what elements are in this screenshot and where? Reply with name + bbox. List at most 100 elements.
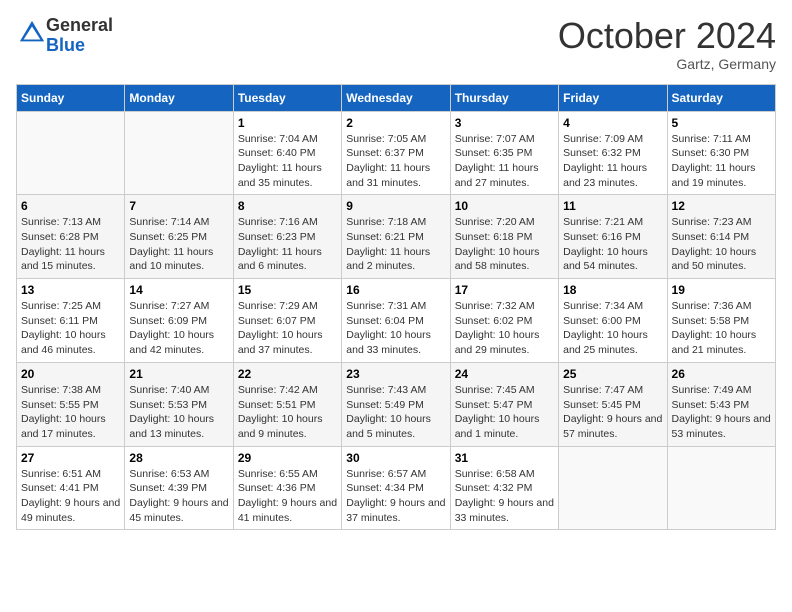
calendar-day-cell: 8 Sunrise: 7:16 AMSunset: 6:23 PMDaylight… <box>233 195 341 279</box>
weekday-header-friday: Friday <box>559 84 667 111</box>
day-number: 21 <box>129 367 228 381</box>
day-info: Sunrise: 7:18 AMSunset: 6:21 PMDaylight:… <box>346 215 445 274</box>
day-number: 2 <box>346 116 445 130</box>
day-info: Sunrise: 7:31 AMSunset: 6:04 PMDaylight:… <box>346 299 445 358</box>
calendar-day-cell: 10Sunrise: 7:20 AMSunset: 6:18 PMDayligh… <box>450 195 558 279</box>
day-number: 4 <box>563 116 662 130</box>
calendar-day-cell: 11Sunrise: 7:21 AMSunset: 6:16 PMDayligh… <box>559 195 667 279</box>
day-info: Sunrise: 7:21 AMSunset: 6:16 PMDaylight:… <box>563 215 662 274</box>
calendar-day-cell: 20 Sunrise: 7:38 AMSunset: 5:55 PMDayligh… <box>17 362 125 446</box>
day-info: Sunrise: 7:27 AMSunset: 6:09 PMDaylight:… <box>129 299 228 358</box>
day-info: Sunrise: 7:11 AMSunset: 6:30 PMDaylight:… <box>672 132 771 191</box>
day-info: Sunrise: 7:25 AMSunset: 6:11 PMDaylight:… <box>21 299 120 358</box>
calendar-day-cell: 7Sunrise: 7:14 AMSunset: 6:25 PMDaylight… <box>125 195 233 279</box>
logo-icon <box>18 19 46 47</box>
calendar-day-cell: 18 Sunrise: 7:34 AMSunset: 6:00 PMDayligh… <box>559 279 667 363</box>
calendar-day-cell: 5 Sunrise: 7:11 AMSunset: 6:30 PMDaylight… <box>667 111 775 195</box>
day-number: 25 <box>563 367 662 381</box>
calendar-table: SundayMondayTuesdayWednesdayThursdayFrid… <box>16 84 776 531</box>
calendar-day-cell: 9 Sunrise: 7:18 AMSunset: 6:21 PMDaylight… <box>342 195 450 279</box>
day-info: Sunrise: 7:23 AMSunset: 6:14 PMDaylight:… <box>672 215 771 274</box>
day-info: Sunrise: 7:45 AMSunset: 5:47 PMDaylight:… <box>455 383 554 442</box>
logo: General Blue <box>16 16 113 56</box>
weekday-header-saturday: Saturday <box>667 84 775 111</box>
day-number: 23 <box>346 367 445 381</box>
day-info: Sunrise: 6:51 AMSunset: 4:41 PMDaylight:… <box>21 467 120 526</box>
calendar-day-cell: 17 Sunrise: 7:32 AMSunset: 6:02 PMDayligh… <box>450 279 558 363</box>
calendar-day-cell: 30 Sunrise: 6:57 AMSunset: 4:34 PMDayligh… <box>342 446 450 530</box>
day-info: Sunrise: 7:42 AMSunset: 5:51 PMDaylight:… <box>238 383 337 442</box>
day-info: Sunrise: 7:32 AMSunset: 6:02 PMDaylight:… <box>455 299 554 358</box>
day-number: 5 <box>672 116 771 130</box>
day-info: Sunrise: 6:57 AMSunset: 4:34 PMDaylight:… <box>346 467 445 526</box>
day-number: 18 <box>563 283 662 297</box>
logo-general-text: General <box>46 15 113 35</box>
calendar-day-cell: 24 Sunrise: 7:45 AMSunset: 5:47 PMDayligh… <box>450 362 558 446</box>
day-number: 10 <box>455 199 554 213</box>
calendar-day-cell: 6Sunrise: 7:13 AMSunset: 6:28 PMDaylight… <box>17 195 125 279</box>
title-block: October 2024 Gartz, Germany <box>558 16 776 72</box>
calendar-week-row: 13 Sunrise: 7:25 AMSunset: 6:11 PMDayligh… <box>17 279 776 363</box>
calendar-week-row: 20 Sunrise: 7:38 AMSunset: 5:55 PMDayligh… <box>17 362 776 446</box>
day-number: 30 <box>346 451 445 465</box>
weekday-header-sunday: Sunday <box>17 84 125 111</box>
calendar-day-cell: 16 Sunrise: 7:31 AMSunset: 6:04 PMDayligh… <box>342 279 450 363</box>
day-info: Sunrise: 6:58 AMSunset: 4:32 PMDaylight:… <box>455 467 554 526</box>
day-info: Sunrise: 7:13 AMSunset: 6:28 PMDaylight:… <box>21 215 120 274</box>
day-info: Sunrise: 7:09 AMSunset: 6:32 PMDaylight:… <box>563 132 662 191</box>
calendar-day-cell <box>125 111 233 195</box>
day-info: Sunrise: 7:38 AMSunset: 5:55 PMDaylight:… <box>21 383 120 442</box>
calendar-day-cell: 25 Sunrise: 7:47 AMSunset: 5:45 PMDayligh… <box>559 362 667 446</box>
calendar-day-cell: 13 Sunrise: 7:25 AMSunset: 6:11 PMDayligh… <box>17 279 125 363</box>
calendar-week-row: 6Sunrise: 7:13 AMSunset: 6:28 PMDaylight… <box>17 195 776 279</box>
day-number: 13 <box>21 283 120 297</box>
day-info: Sunrise: 7:05 AMSunset: 6:37 PMDaylight:… <box>346 132 445 191</box>
day-number: 24 <box>455 367 554 381</box>
day-info: Sunrise: 7:34 AMSunset: 6:00 PMDaylight:… <box>563 299 662 358</box>
day-info: Sunrise: 7:04 AMSunset: 6:40 PMDaylight:… <box>238 132 337 191</box>
day-number: 20 <box>21 367 120 381</box>
calendar-day-cell <box>667 446 775 530</box>
calendar-day-cell: 4 Sunrise: 7:09 AMSunset: 6:32 PMDaylight… <box>559 111 667 195</box>
day-number: 9 <box>346 199 445 213</box>
day-number: 22 <box>238 367 337 381</box>
day-number: 26 <box>672 367 771 381</box>
day-number: 17 <box>455 283 554 297</box>
calendar-day-cell: 21Sunrise: 7:40 AMSunset: 5:53 PMDayligh… <box>125 362 233 446</box>
day-number: 15 <box>238 283 337 297</box>
calendar-day-cell: 27Sunrise: 6:51 AMSunset: 4:41 PMDayligh… <box>17 446 125 530</box>
weekday-header-monday: Monday <box>125 84 233 111</box>
day-info: Sunrise: 7:43 AMSunset: 5:49 PMDaylight:… <box>346 383 445 442</box>
calendar-week-row: 1 Sunrise: 7:04 AMSunset: 6:40 PMDaylight… <box>17 111 776 195</box>
day-info: Sunrise: 7:49 AMSunset: 5:43 PMDaylight:… <box>672 383 771 442</box>
day-number: 31 <box>455 451 554 465</box>
day-number: 8 <box>238 199 337 213</box>
day-info: Sunrise: 7:36 AMSunset: 5:58 PMDaylight:… <box>672 299 771 358</box>
calendar-day-cell: 28Sunrise: 6:53 AMSunset: 4:39 PMDayligh… <box>125 446 233 530</box>
calendar-day-cell: 26 Sunrise: 7:49 AMSunset: 5:43 PMDayligh… <box>667 362 775 446</box>
day-number: 19 <box>672 283 771 297</box>
calendar-week-row: 27Sunrise: 6:51 AMSunset: 4:41 PMDayligh… <box>17 446 776 530</box>
weekday-header-thursday: Thursday <box>450 84 558 111</box>
calendar-day-cell <box>17 111 125 195</box>
day-number: 16 <box>346 283 445 297</box>
calendar-day-cell: 12Sunrise: 7:23 AMSunset: 6:14 PMDayligh… <box>667 195 775 279</box>
calendar-day-cell: 22 Sunrise: 7:42 AMSunset: 5:51 PMDayligh… <box>233 362 341 446</box>
calendar-day-cell: 29Sunrise: 6:55 AMSunset: 4:36 PMDayligh… <box>233 446 341 530</box>
calendar-day-cell: 1 Sunrise: 7:04 AMSunset: 6:40 PMDaylight… <box>233 111 341 195</box>
calendar-day-cell: 19 Sunrise: 7:36 AMSunset: 5:58 PMDayligh… <box>667 279 775 363</box>
day-info: Sunrise: 7:47 AMSunset: 5:45 PMDaylight:… <box>563 383 662 442</box>
calendar-day-cell <box>559 446 667 530</box>
calendar-day-cell: 31 Sunrise: 6:58 AMSunset: 4:32 PMDayligh… <box>450 446 558 530</box>
day-info: Sunrise: 7:16 AMSunset: 6:23 PMDaylight:… <box>238 215 337 274</box>
weekday-header-row: SundayMondayTuesdayWednesdayThursdayFrid… <box>17 84 776 111</box>
day-number: 1 <box>238 116 337 130</box>
month-title: October 2024 <box>558 16 776 56</box>
day-info: Sunrise: 7:29 AMSunset: 6:07 PMDaylight:… <box>238 299 337 358</box>
calendar-day-cell: 15 Sunrise: 7:29 AMSunset: 6:07 PMDayligh… <box>233 279 341 363</box>
calendar-day-cell: 14Sunrise: 7:27 AMSunset: 6:09 PMDayligh… <box>125 279 233 363</box>
page-header: General Blue October 2024 Gartz, Germany <box>16 16 776 72</box>
day-info: Sunrise: 6:53 AMSunset: 4:39 PMDaylight:… <box>129 467 228 526</box>
location: Gartz, Germany <box>558 56 776 72</box>
day-number: 7 <box>129 199 228 213</box>
